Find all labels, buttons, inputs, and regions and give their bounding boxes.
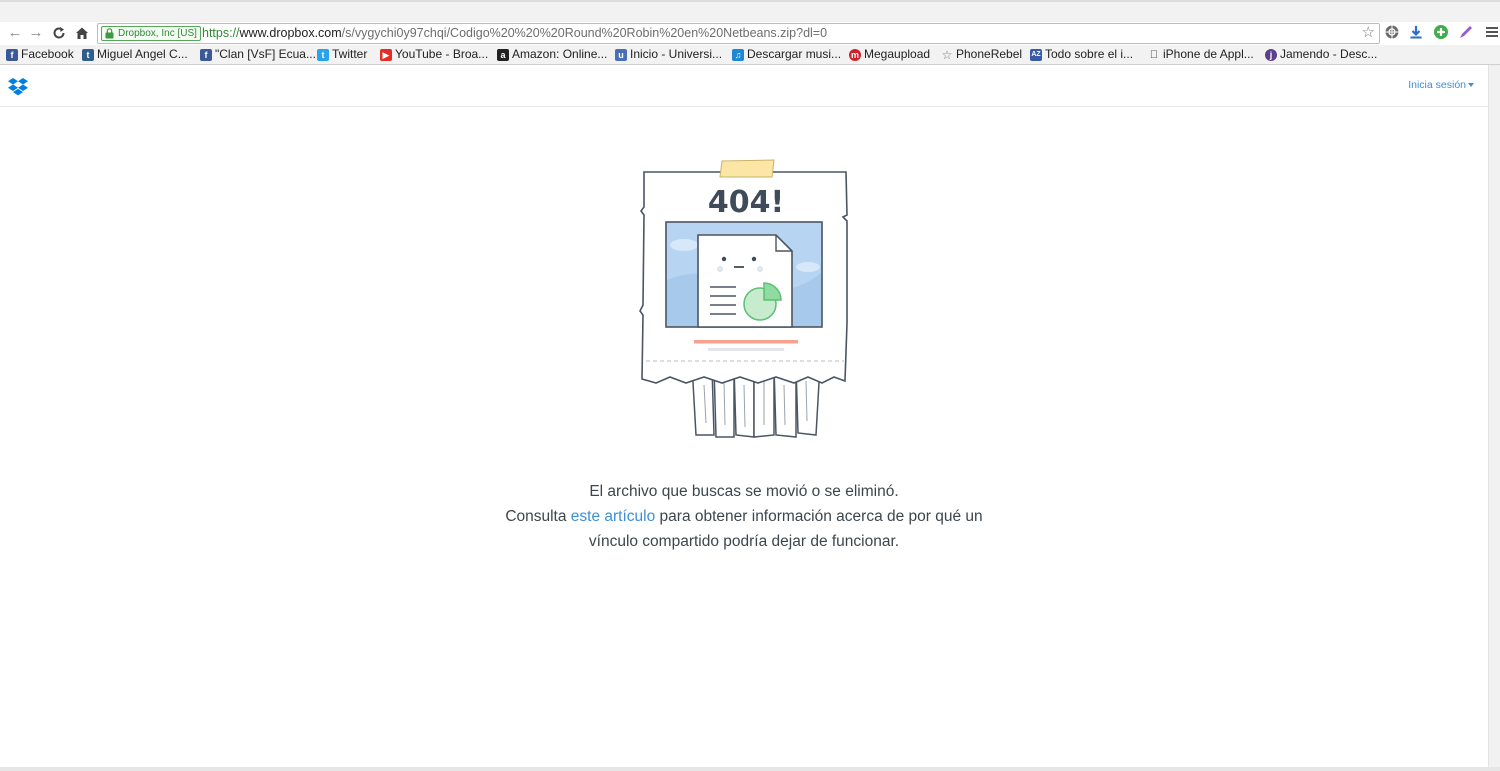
download-icon[interactable] [1408,24,1424,40]
url-host: www.dropbox.com [239,26,342,40]
bookmark-item[interactable]: t Miguel Angel C... [80,46,188,63]
tuenti-icon: t [82,49,94,61]
youtube-icon: ▶ [380,49,392,61]
error-message: El archivo que buscas se movió o se elim… [394,479,1094,554]
ev-certificate-badge[interactable]: Dropbox, Inc [US] [101,26,201,41]
status-strip [0,767,1500,771]
url-scheme: https:// [202,26,240,40]
scrollbar[interactable] [1488,65,1500,771]
star-icon: ☆ [941,48,953,62]
message-line-1: El archivo que buscas se movió o se elim… [589,483,899,500]
bookmark-item[interactable]: ♫ Descargar musi... [730,46,841,63]
signin-link[interactable]: Inicia sesión [1408,79,1466,91]
facebook-icon: f [200,49,212,61]
forward-arrow-icon: → [28,24,44,41]
url-text[interactable]: https://www.dropbox.com/s/vygychi0y97chq… [202,25,827,42]
pen-extension-icon[interactable] [1458,24,1474,40]
bookmark-item[interactable]: a Amazon: Online... [495,46,607,63]
message-line-3: vínculo compartido podría dejar de funci… [588,533,900,550]
cloud-icon [670,239,698,251]
university-icon: u [615,49,627,61]
message-line-2: Consulta este artículo para obtener info… [505,508,983,525]
download-music-icon: ♫ [732,49,744,61]
az-icon: AZ [1030,49,1042,61]
reload-button[interactable] [50,24,68,42]
caption-bar [694,340,798,344]
cloud-icon [796,262,820,272]
dropbox-logo-icon[interactable] [8,78,28,96]
bookmark-item[interactable]: ▶ YouTube - Broa... [378,46,488,63]
bookmark-item[interactable]: t Twitter [315,46,367,63]
back-arrow-icon: ← [7,24,23,41]
bookmark-star-icon[interactable]: ☆ [1362,24,1375,42]
lock-icon [105,28,114,39]
bookmark-item[interactable]: f Facebook [4,46,74,63]
bookmark-item[interactable]: u Inicio - Universi... [613,46,722,63]
bookmark-item[interactable]: ☆ PhoneRebel [939,46,1022,63]
add-extension-icon[interactable] [1433,24,1449,40]
bookmark-item[interactable]: iPhone de Appl... [1146,46,1254,63]
bookmark-item[interactable]: m Megaupload [847,46,930,63]
menu-icon[interactable] [1484,24,1500,40]
bookmark-item[interactable]: j Jamendo - Desc... [1263,46,1377,63]
reload-icon [53,27,65,39]
jamendo-icon: j [1265,49,1277,61]
amazon-icon: a [497,49,509,61]
sad-document-icon [697,234,793,328]
url-path: /s/vygychi0y97chqi/Codigo%20%20%20Round%… [341,26,828,40]
ev-badge-label: Dropbox, Inc [US] [118,28,197,39]
forward-button[interactable]: → [27,24,45,42]
bookmarks-bar: f Facebook t Miguel Angel C... f "Clan [VsF… [0,45,1500,64]
error-code-label: 404! [708,185,784,220]
facebook-icon: f [6,49,18,61]
error-404-illustration: 404! [639,159,848,438]
megaupload-icon: m [849,49,861,61]
home-icon [76,27,88,39]
twitter-icon: t [317,49,329,61]
address-bar[interactable]: Dropbox, Inc [US] https://www.dropbox.co… [97,23,1380,44]
chevron-down-icon[interactable] [1468,83,1474,87]
page-header: Inicia sesión [0,65,1488,107]
apple-icon:  [1148,49,1160,61]
home-button[interactable] [73,24,91,42]
help-article-link[interactable]: este artículo [571,508,655,525]
back-button[interactable]: ← [6,24,24,42]
caption-bar [708,348,784,351]
bookmark-item[interactable]: AZ Todo sobre el i... [1028,46,1133,63]
tab-strip [0,0,1500,22]
bookmark-item[interactable]: f "Clan [VsF] Ecua... [198,46,316,63]
extension-globe-icon[interactable] [1384,24,1400,40]
tape-icon [719,159,775,178]
